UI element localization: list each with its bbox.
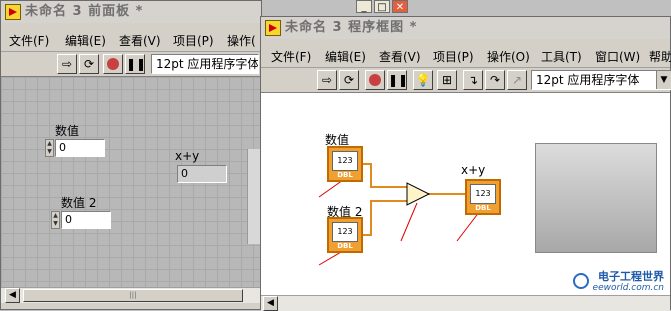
run-arrow-icon[interactable]: ⇨: [317, 70, 337, 90]
menu-view[interactable]: 查看(V): [119, 33, 161, 49]
control-label-numeric: 数值: [55, 124, 80, 138]
step-into-icon[interactable]: ↴: [463, 70, 483, 90]
indicator-terminal-sum-type: DBL: [475, 204, 491, 212]
annotation-arrow: [400, 202, 418, 242]
indicator-terminal-sum[interactable]: 123 DBL: [465, 179, 501, 215]
pause-icon[interactable]: ❚❚: [387, 70, 408, 90]
minimize-button[interactable]: _: [356, 0, 372, 13]
pause-icon[interactable]: ❚❚: [125, 54, 146, 74]
numeric-control-2[interactable]: ▲ ▼ 0: [51, 211, 113, 229]
menu-edit[interactable]: 编辑(E): [325, 49, 366, 65]
font-selector[interactable]: 12pt 应用程序字体: [151, 54, 259, 74]
menu-operate[interactable]: 操作(O): [487, 49, 530, 65]
increment-decrement-icon[interactable]: ▲ ▼: [51, 211, 60, 229]
block-diagram-canvas: 数值 123 DBL 数值 2 123 DBL x+y 123 DBL 电子工程…: [261, 93, 670, 295]
labview-app-icon: [5, 4, 21, 20]
indicator-label-sum: x+y: [175, 149, 200, 163]
step-out-icon[interactable]: ↗: [507, 70, 527, 90]
chevron-down-icon[interactable]: ▼: [656, 71, 671, 89]
terminal-numeric-value: 123: [332, 151, 358, 171]
close-button[interactable]: ✕: [392, 0, 408, 13]
add-function-node: [406, 182, 431, 206]
menu-project[interactable]: 项目(P): [173, 33, 214, 49]
menu-project[interactable]: 项目(P): [433, 49, 474, 65]
front-panel-toolbar: ⇨ ⟳ ❚❚ 12pt 应用程序字体: [1, 52, 261, 77]
numeric-control-value[interactable]: 0: [55, 139, 105, 157]
increment-decrement-icon[interactable]: ▲ ▼: [45, 139, 54, 157]
labview-app-icon: [265, 20, 281, 36]
front-panel-title: 未命名 3 前面板 *: [25, 4, 144, 19]
step-over-icon[interactable]: ↷: [485, 70, 505, 90]
scroll-thumb-grip: |||: [129, 291, 137, 299]
watermark-logo-icon: [572, 273, 589, 289]
block-diagram-toolbar: ⇨ ⟳ ❚❚ 💡 ⊞ ↴ ↷ ↗ 12pt 应用程序字体 ▼: [261, 68, 671, 93]
front-panel-horizontal-scrollbar[interactable]: ◀ |||: [1, 287, 261, 303]
control-label-numeric-2: 数值 2: [61, 196, 97, 210]
menu-help[interactable]: 帮助: [649, 49, 671, 65]
front-panel-canvas: 数值 ▲ ▼ 0 数值 2 ▲ ▼ 0 x+y 0: [1, 77, 262, 287]
run-arrow-icon[interactable]: ⇨: [57, 54, 77, 74]
block-diagram-menubar: 文件(F) 编辑(E) 查看(V) 项目(P) 操作(O) 工具(T) 窗口(W…: [261, 47, 671, 68]
run-continuously-icon[interactable]: ⟳: [339, 70, 359, 90]
menu-file[interactable]: 文件(F): [271, 49, 311, 65]
watermark: 电子工程世界 eeworld.com.cn: [572, 270, 664, 293]
block-diagram-titlebar[interactable]: 未命名 3 程序框图 *: [261, 17, 670, 39]
abort-icon[interactable]: [103, 54, 123, 74]
abort-icon[interactable]: [365, 70, 385, 90]
block-diagram-horizontal-scrollbar[interactable]: ◀: [261, 295, 670, 311]
retain-wire-values-icon[interactable]: ⊞: [437, 70, 457, 90]
menu-tools[interactable]: 工具(T): [541, 49, 582, 65]
menu-edit[interactable]: 编辑(E): [65, 33, 106, 49]
terminal-numeric-type: DBL: [337, 171, 353, 179]
font-selector-value: 12pt 应用程序字体: [536, 73, 640, 87]
numeric-control-2-value[interactable]: 0: [61, 211, 111, 229]
menu-view[interactable]: 查看(V): [379, 49, 421, 65]
indicator-terminal-sum-value: 123: [470, 184, 496, 204]
run-continuously-icon[interactable]: ⟳: [79, 54, 99, 74]
block-diagram-window: 未命名 3 程序框图 * 文件(F) 编辑(E) 查看(V) 项目(P) 操作(…: [260, 16, 671, 311]
highlight-execution-icon[interactable]: 💡: [413, 70, 433, 90]
menu-operate[interactable]: 操作(: [227, 33, 256, 49]
wire-y: [363, 200, 407, 236]
numeric-indicator-sum: 0: [177, 165, 227, 183]
diagram-decoration-block: [535, 143, 657, 253]
scroll-thumb[interactable]: |||: [23, 289, 243, 302]
block-diagram-title: 未命名 3 程序框图 *: [285, 20, 418, 35]
wire-x: [363, 163, 407, 188]
watermark-brand: 电子工程世界: [598, 270, 664, 283]
watermark-url: eeworld.com.cn: [592, 283, 664, 293]
terminal-numeric-2[interactable]: 123 DBL: [327, 217, 363, 253]
front-panel-titlebar[interactable]: 未命名 3 前面板 *: [1, 1, 261, 23]
terminal-numeric-2-value: 123: [332, 222, 358, 242]
scroll-left-icon[interactable]: ◀: [263, 296, 278, 311]
numeric-control[interactable]: ▲ ▼ 0: [45, 139, 107, 157]
terminal-numeric[interactable]: 123 DBL: [327, 146, 363, 182]
scroll-left-icon[interactable]: ◀: [5, 288, 20, 303]
front-panel-menubar: 文件(F) 编辑(E) 查看(V) 项目(P) 操作(: [1, 31, 261, 52]
font-selector[interactable]: 12pt 应用程序字体 ▼: [531, 70, 671, 90]
font-selector-value: 12pt 应用程序字体: [156, 57, 259, 71]
front-panel-window: 未命名 3 前面板 * 文件(F) 编辑(E) 查看(V) 项目(P) 操作( …: [0, 0, 262, 310]
menu-file[interactable]: 文件(F): [9, 33, 49, 49]
menu-window[interactable]: 窗口(W): [595, 49, 640, 65]
terminal-numeric-2-type: DBL: [337, 242, 353, 250]
terminal-label-sum: x+y: [461, 163, 486, 177]
maximize-button[interactable]: □: [374, 0, 390, 13]
